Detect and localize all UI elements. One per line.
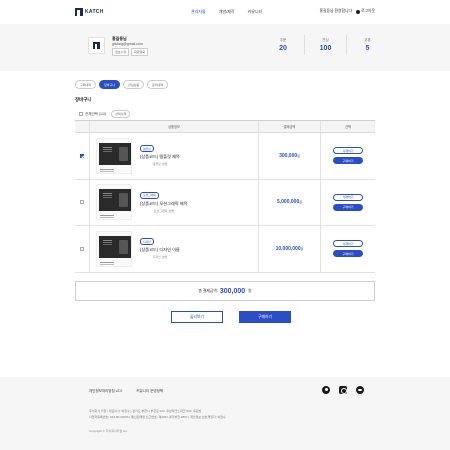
- power-icon: [356, 9, 361, 14]
- product-subtitle: 모션그래픽 설명: [153, 208, 174, 213]
- row-checkbox[interactable]: [80, 200, 84, 205]
- stat-favorites[interactable]: 관심 100: [304, 35, 346, 55]
- select-all-label: 전체선택 (1/3): [85, 111, 107, 116]
- logo-text: KATCH: [85, 9, 104, 15]
- mypage-tabs: 구매내역 장바구니 관심상품 문의내역: [75, 80, 169, 89]
- row-checkbox[interactable]: [80, 246, 84, 251]
- user-greeting: 홍길동님 환영합니다: [319, 9, 353, 13]
- stat-label: 주문: [279, 38, 287, 42]
- logo-icon: [75, 8, 83, 16]
- purchase-button[interactable]: 구매하기: [239, 311, 291, 323]
- social-icons: [322, 386, 364, 394]
- product-thumbnail[interactable]: [96, 184, 132, 221]
- product-info: 디자인 (상품코드) 디자인 이름 디자인 설명: [89, 226, 258, 272]
- product-price: 5,000,000원: [276, 199, 302, 206]
- tab-cart[interactable]: 장바구니: [99, 80, 121, 89]
- product-thumbnail[interactable]: [96, 230, 132, 267]
- withdraw-button[interactable]: 회원탈퇴: [131, 48, 149, 56]
- delete-button[interactable]: 삭제하기: [333, 240, 363, 248]
- category-badge: 모션그래픽: [140, 191, 159, 199]
- nav-item-dev[interactable]: 개발/제작: [219, 9, 235, 15]
- tab-purchases[interactable]: 구매내역: [75, 80, 97, 89]
- logo-icon: [93, 42, 100, 49]
- buy-button[interactable]: 구매하기: [333, 250, 363, 258]
- buy-button[interactable]: 구매하기: [333, 157, 363, 165]
- avatar: [88, 37, 105, 54]
- profile-email: gildong@gmail.com: [112, 42, 143, 46]
- product-info: 모션그래픽 (상품코드) 모션그래픽 제목 모션그래픽 설명: [89, 179, 258, 225]
- buy-button[interactable]: 구매하기: [333, 203, 363, 211]
- browse-more-button[interactable]: 둘러보기: [171, 311, 223, 323]
- product-price: 300,000원: [279, 152, 300, 159]
- logo[interactable]: KATCH: [75, 8, 104, 16]
- product-price: 10,000,000원: [275, 245, 304, 252]
- column-header-select: 선택: [320, 121, 375, 132]
- nav-item-community[interactable]: 커뮤니티: [248, 9, 263, 15]
- stat-coupons[interactable]: 쿠폰 5: [346, 35, 388, 55]
- logout-button[interactable]: 로그아웃: [356, 9, 375, 14]
- table-row: 디자인 (상품코드) 디자인 이름 디자인 설명 10,000,000원 삭제하…: [75, 226, 375, 273]
- select-all-bar: 전체선택 (1/3) 선택삭제: [79, 110, 131, 118]
- company-info: 주식회사 카찹 | 대표이사: 박철수 | 경기도 부천시 부천로 223, 우…: [89, 409, 226, 420]
- profile-section: 홍길동님 gildong@gmail.com 정보수정 회원탈퇴 주문 20 관…: [0, 24, 450, 71]
- logout-label: 로그아웃: [361, 9, 375, 13]
- delete-button[interactable]: 삭제하기: [333, 193, 363, 201]
- product-title[interactable]: (상품코드) 템플릿 제목: [140, 154, 180, 160]
- stat-label: 쿠폰: [364, 38, 371, 42]
- column-header-amount: 결제금액: [258, 121, 320, 132]
- page-title: 장바구니: [75, 97, 92, 102]
- product-info: 템플릿 (상품코드) 템플릿 제목 템플릿 설명: [89, 133, 258, 179]
- product-title[interactable]: (상품코드) 디자인 이름: [140, 247, 180, 253]
- stat-value: 5: [365, 45, 370, 52]
- profile-stats: 주문 20 관심 100 쿠폰 5: [262, 35, 388, 55]
- table-row: 모션그래픽 (상품코드) 모션그래픽 제목 모션그래픽 설명 5,000,000…: [75, 179, 375, 226]
- profile-buttons: 정보수정 회원탈퇴: [112, 48, 149, 56]
- delete-button[interactable]: 삭제하기: [333, 147, 363, 155]
- order-total: 총 결제금액 300,000 원: [75, 281, 375, 301]
- column-header-info: 상품정보: [89, 121, 258, 132]
- privacy-policy-link[interactable]: 개인정보처리방침 v2.0: [89, 389, 122, 394]
- community-policy-link[interactable]: 커뮤니티 운영정책: [136, 389, 163, 394]
- product-title[interactable]: (상품코드) 모션그래픽 제목: [140, 201, 188, 207]
- product-subtitle: 디자인 설명: [152, 255, 168, 260]
- delete-selected-button[interactable]: 선택삭제: [111, 110, 131, 118]
- footer: 개인정보처리방침 v2.0 커뮤니티 운영정책 주식회사 카찹 | 대표이사: …: [0, 377, 450, 450]
- cart-actions: 둘러보기 구매하기: [171, 311, 291, 323]
- table-header: 상품정보 결제금액 선택: [75, 121, 375, 133]
- copyright: Copyright © 주식회사카찹 Co.: [89, 429, 128, 433]
- top-header: KATCH 관리자몰 개발/제작 커뮤니티 홍길동님 환영합니다 로그아웃: [0, 0, 450, 24]
- total-unit: 원: [248, 288, 252, 293]
- tab-inquiries[interactable]: 문의내역: [147, 80, 169, 89]
- category-badge: 템플릿: [140, 145, 154, 153]
- category-badge: 디자인: [140, 238, 154, 246]
- instagram-icon[interactable]: [339, 386, 347, 394]
- product-thumbnail[interactable]: [96, 137, 132, 174]
- user-box: 홍길동님 환영합니다 로그아웃: [320, 9, 375, 14]
- youtube-icon[interactable]: [356, 386, 364, 394]
- cart-table: 상품정보 결제금액 선택 템플릿 (상품코드) 템플릿 제목 템플릿 설명 30…: [75, 120, 375, 273]
- edit-profile-button[interactable]: 정보수정: [112, 48, 130, 56]
- total-amount: 300,000: [219, 287, 246, 295]
- stat-value: 20: [279, 45, 287, 52]
- table-row: 템플릿 (상품코드) 템플릿 제목 템플릿 설명 300,000원 삭제하기 구…: [75, 133, 375, 180]
- nav-item-admin-mall[interactable]: 관리자몰: [191, 9, 206, 15]
- main-nav: 관리자몰 개발/제작 커뮤니티: [191, 9, 262, 15]
- stat-value: 100: [319, 45, 332, 52]
- row-checkbox[interactable]: [80, 153, 84, 158]
- footer-links: 개인정보처리방침 v2.0 커뮤니티 운영정책: [89, 389, 163, 394]
- stat-orders[interactable]: 주문 20: [262, 35, 304, 55]
- product-subtitle: 템플릿 설명: [152, 162, 168, 167]
- select-all-checkbox[interactable]: [79, 112, 83, 116]
- stat-label: 관심: [322, 38, 329, 42]
- github-icon[interactable]: [322, 386, 330, 394]
- total-label: 총 결제금액: [198, 288, 217, 293]
- company-info-line: 사업자등록번호: 624-80-00206 | 통신판매업 신고번호: 제202…: [89, 414, 226, 419]
- tab-favorites[interactable]: 관심상품: [123, 80, 145, 89]
